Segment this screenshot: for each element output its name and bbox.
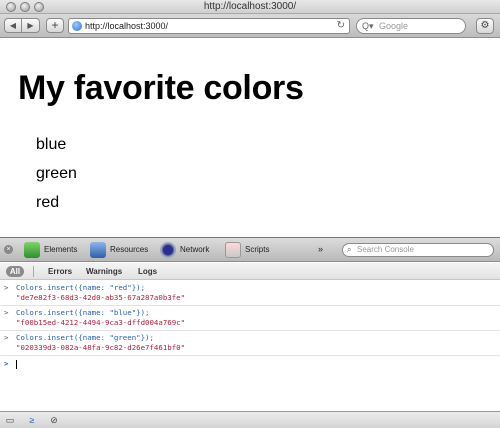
elements-icon [24,242,40,258]
tab-resources[interactable]: Resources [90,241,148,259]
scope-logs-button[interactable]: Logs [138,266,157,277]
page-content: My favorite colors blue green red [0,39,500,237]
search-placeholder: Google [379,21,409,31]
more-panels-icon[interactable]: » [318,244,323,254]
inspector-close-icon[interactable]: × [4,245,13,254]
prompt-chevron-icon: > [4,308,9,317]
back-button[interactable]: ◀ [4,18,22,33]
forward-button[interactable]: ▶ [22,18,40,33]
tab-scripts-label: Scripts [245,245,270,254]
inspector-toolbar: × Elements Resources Network Scripts » ⌕… [0,238,500,262]
window-title: http://localhost:3000/ [203,1,297,12]
address-bar-url: http://localhost:3000/ [85,21,169,31]
console-result: "020339d3-082a-48fa-9c82-d26e7f461bf0" [16,343,186,352]
tab-resources-label: Resources [110,245,149,254]
console-toggle-icon[interactable]: ≥ [26,415,38,426]
search-field[interactable]: Q▾ Google [356,18,466,34]
prompt-chevron-icon: > [4,359,9,368]
text-caret [16,359,17,369]
globe-icon [72,21,82,31]
console-entry: > Colors.insert({name: "green"}); "02033… [0,331,500,356]
browser-toolbar: ◀ ▶ + http://localhost:3000/ ↻ Q▾ Google… [0,14,500,38]
dock-toggle-icon[interactable]: ▭ [4,415,16,426]
reload-icon[interactable]: ↻ [337,19,345,33]
settings-gear-button[interactable]: ⚙ [476,18,494,34]
scripts-icon [225,242,241,258]
console-output[interactable]: > Colors.insert({name: "red"}); "de7e82f… [0,281,500,411]
address-bar[interactable]: http://localhost:3000/ ↻ [68,18,350,34]
tab-network[interactable]: Network [160,241,209,259]
scope-all-button[interactable]: All [6,266,24,277]
web-inspector: × Elements Resources Network Scripts » ⌕… [0,237,500,428]
resources-icon [90,242,106,258]
console-entry: > Colors.insert({name: "blue"}); "f00b15… [0,306,500,331]
search-icon: ⌕ [347,245,352,254]
scope-warnings-button[interactable]: Warnings [86,266,122,277]
tab-network-label: Network [180,245,210,254]
console-entry: > Colors.insert({name: "red"}); "de7e82f… [0,281,500,306]
color-list-item: red [36,194,60,211]
clear-console-icon[interactable]: ⊘ [48,415,60,426]
page-title: My favorite colors [18,69,304,107]
color-list: blue green red [36,135,77,222]
console-search-placeholder: Search Console [357,245,414,254]
search-icon: Q▾ [362,21,374,31]
console-result: "f00b15ed-4212-4494-9ca3-dffd004a769c" [16,318,186,327]
window-titlebar: http://localhost:3000/ [0,0,500,14]
network-icon [160,242,176,258]
color-list-item: blue [36,136,67,153]
add-bookmark-button[interactable]: + [46,18,64,33]
prompt-chevron-icon: > [4,333,9,342]
console-prompt-input[interactable]: > [0,356,500,370]
inspector-status-bar: ▭ ≥ ⊘ [0,411,500,428]
console-scope-bar: All Errors Warnings Logs [0,263,500,280]
prompt-chevron-icon: > [4,283,9,292]
tab-elements-label: Elements [44,245,78,254]
console-result: "de7e82f3-68d3-42d0-ab35-67a287a0b3fe" [16,293,186,302]
console-command: Colors.insert({name: "red"}); [16,283,146,292]
tab-scripts[interactable]: Scripts [225,241,269,259]
console-command: Colors.insert({name: "blue"}); [16,308,150,317]
scope-divider [33,266,34,277]
color-list-item: green [36,165,77,182]
tab-elements[interactable]: Elements [24,241,77,259]
console-search-input[interactable]: ⌕ Search Console [342,243,494,257]
scope-errors-button[interactable]: Errors [48,266,72,277]
console-command: Colors.insert({name: "green"}); [16,333,154,342]
